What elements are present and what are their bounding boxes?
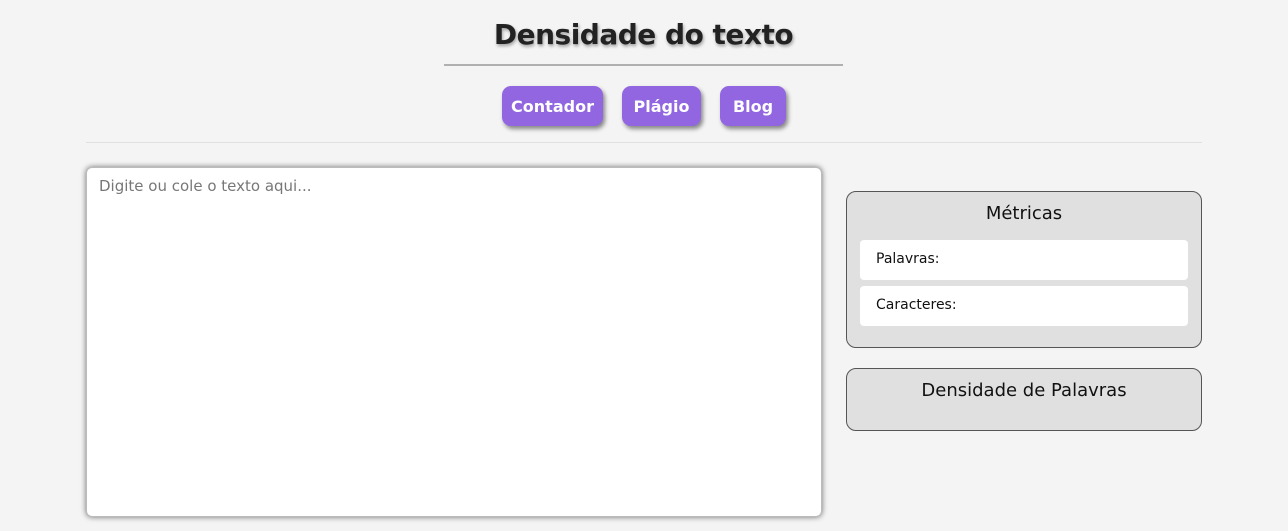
characters-metric: Caracteres: (860, 286, 1188, 326)
page-title: Densidade do texto (493, 18, 794, 51)
nav-blog-button[interactable]: Blog (720, 86, 786, 126)
word-density-panel: Densidade de Palavras (846, 368, 1202, 431)
word-density-title: Densidade de Palavras (921, 380, 1127, 401)
header-divider (86, 142, 1202, 143)
words-metric: Palavras: (860, 240, 1188, 280)
nav-contador-button[interactable]: Contador (502, 86, 603, 126)
text-input[interactable] (86, 167, 822, 517)
nav-plagio-button[interactable]: Plágio (622, 86, 701, 126)
title-divider (444, 64, 843, 66)
metrics-title: Métricas (985, 203, 1063, 224)
metrics-panel: Métricas Palavras: Caracteres: (846, 191, 1202, 348)
